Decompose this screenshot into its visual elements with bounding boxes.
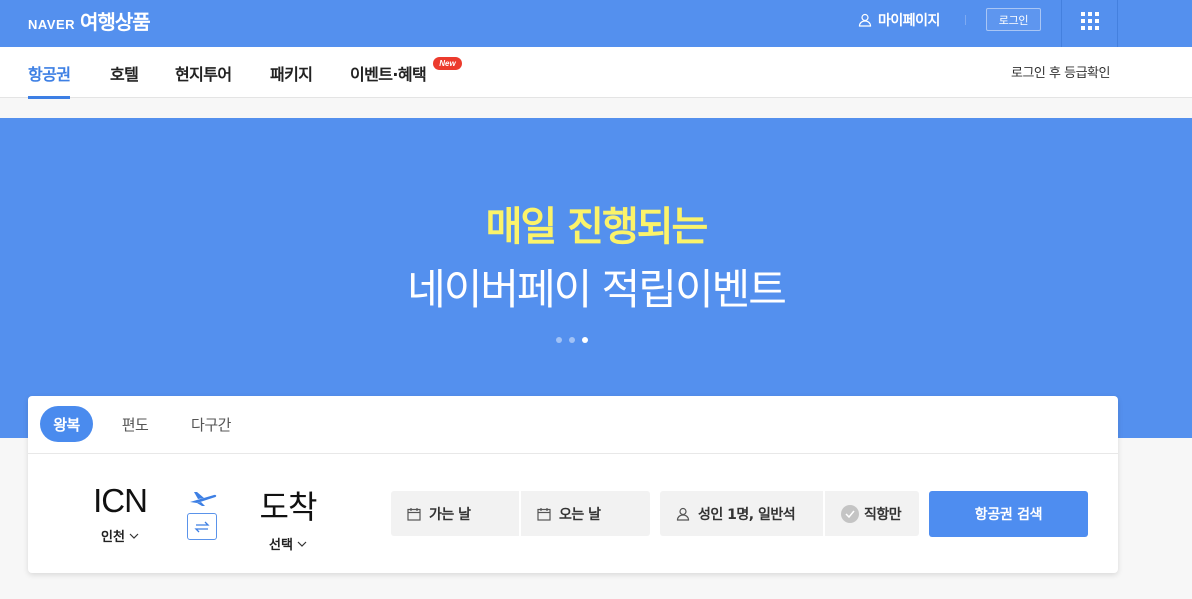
destination-selector[interactable]: 도착 선택 bbox=[236, 482, 340, 553]
login-button[interactable]: 로그인 bbox=[986, 8, 1041, 31]
chevron-down-icon bbox=[129, 533, 139, 539]
origin-name: 인천 bbox=[101, 530, 125, 545]
naver-brand: NAVER bbox=[28, 17, 76, 32]
new-badge: New bbox=[433, 57, 462, 70]
pagination-dot[interactable] bbox=[556, 337, 562, 343]
header-divider bbox=[1117, 0, 1118, 47]
grade-check-link[interactable]: 로그인 후 등급확인 bbox=[1011, 62, 1110, 81]
tab-hotels[interactable]: 호텔 bbox=[110, 47, 139, 98]
flight-search-button[interactable]: 항공권 검색 bbox=[929, 491, 1088, 537]
direct-only-label: 직항만 bbox=[864, 506, 902, 523]
passenger-label: 성인 1명, 일반석 bbox=[698, 506, 796, 523]
tab-local-tours[interactable]: 현지투어 bbox=[175, 47, 232, 98]
plane-icon bbox=[190, 492, 217, 506]
return-date-field[interactable]: 오는 날 bbox=[521, 491, 650, 536]
calendar-icon bbox=[537, 507, 551, 521]
pagination-dot[interactable] bbox=[569, 337, 575, 343]
mypage-link[interactable]: 마이페이지 bbox=[858, 10, 940, 30]
trip-tab-roundtrip[interactable]: 왕복 bbox=[40, 406, 93, 442]
header-divider bbox=[965, 15, 966, 25]
main-nav: 항공권 호텔 현지투어 패키지 이벤트·혜택 New 로그인 후 등급확인 bbox=[0, 47, 1192, 99]
grid-icon[interactable] bbox=[1081, 12, 1099, 30]
check-icon bbox=[841, 504, 859, 523]
swap-button[interactable] bbox=[187, 513, 217, 540]
card-divider bbox=[28, 453, 1118, 454]
tab-packages[interactable]: 패키지 bbox=[270, 47, 313, 98]
trip-tab-oneway[interactable]: 편도 bbox=[113, 406, 157, 442]
destination-name: 선택 bbox=[269, 538, 293, 553]
banner-pagination bbox=[556, 337, 588, 343]
passenger-field[interactable]: 성인 1명, 일반석 bbox=[660, 491, 823, 536]
mypage-label: 마이페이지 bbox=[878, 13, 940, 29]
origin-code: ICN bbox=[93, 482, 148, 519]
swap-icon bbox=[194, 521, 210, 532]
banner-subheadline: 네이버페이 적립이벤트 bbox=[407, 265, 787, 314]
pagination-dot-active[interactable] bbox=[582, 337, 588, 343]
banner-headline: 매일 진행되는 bbox=[485, 204, 709, 250]
destination-code: 도착 bbox=[259, 488, 318, 526]
site-title: 여행상품 bbox=[80, 10, 151, 34]
tab-flights[interactable]: 항공권 bbox=[28, 47, 71, 99]
depart-date-field[interactable]: 가는 날 bbox=[391, 491, 519, 536]
user-icon bbox=[676, 507, 690, 521]
chevron-down-icon bbox=[297, 541, 307, 547]
tab-events[interactable]: 이벤트·혜택 bbox=[350, 47, 427, 98]
top-header: NAVER 여행상품 마이페이지 로그인 bbox=[0, 0, 1192, 47]
trip-tab-multicity[interactable]: 다구간 bbox=[184, 406, 238, 442]
flight-search-card: 왕복 편도 다구간 ICN 인천 도착 선택 가는 날 오는 날 성인 1명, … bbox=[28, 396, 1118, 573]
direct-only-toggle[interactable]: 직항만 bbox=[825, 491, 919, 536]
logo[interactable]: NAVER 여행상품 bbox=[28, 6, 151, 35]
promo-banner[interactable]: 매일 진행되는 네이버페이 적립이벤트 bbox=[0, 118, 1192, 438]
calendar-icon bbox=[407, 507, 421, 521]
return-date-label: 오는 날 bbox=[559, 506, 601, 523]
origin-selector[interactable]: ICN 인천 bbox=[68, 482, 172, 545]
header-divider bbox=[1061, 0, 1062, 47]
user-icon bbox=[858, 13, 872, 27]
depart-date-label: 가는 날 bbox=[429, 506, 471, 523]
